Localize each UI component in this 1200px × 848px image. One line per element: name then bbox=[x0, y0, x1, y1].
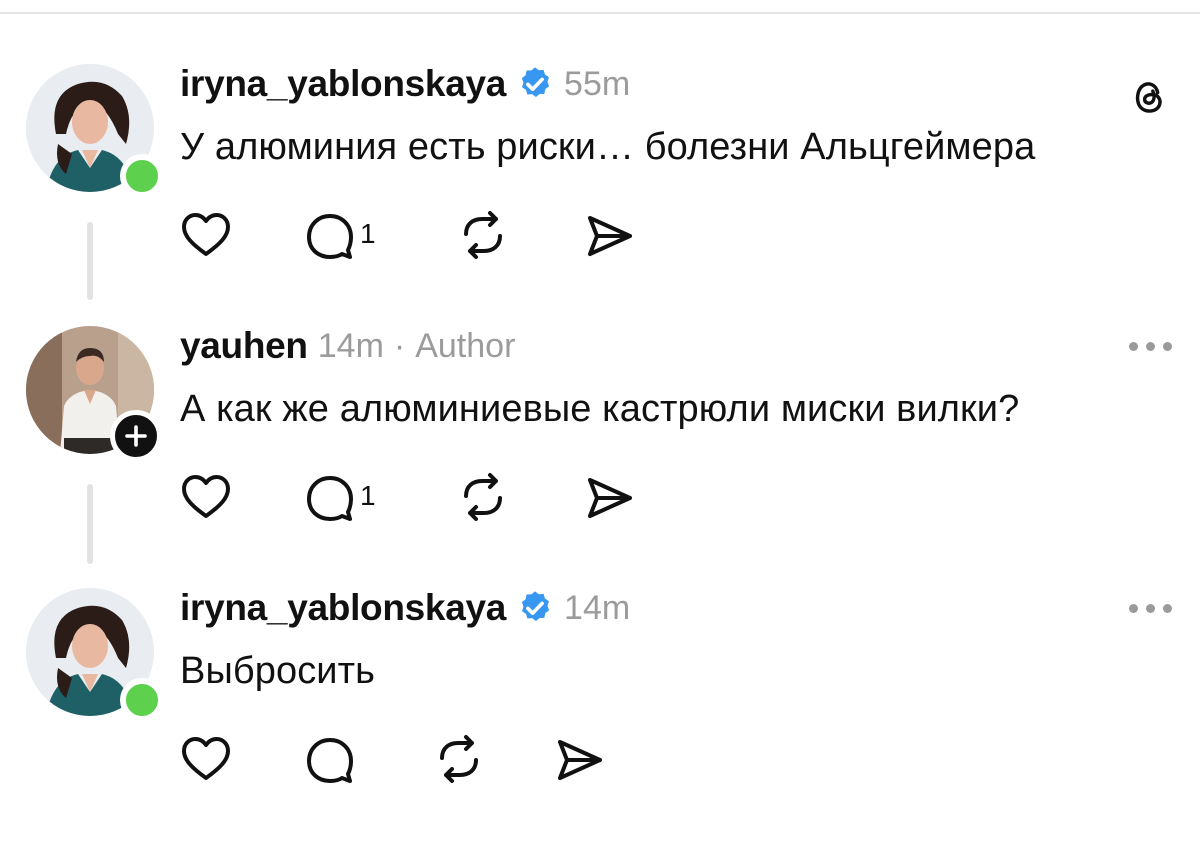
threads-logo-icon[interactable] bbox=[1126, 72, 1172, 123]
send-icon bbox=[588, 478, 632, 518]
repost-button[interactable] bbox=[458, 472, 508, 522]
comment-bubble-icon bbox=[307, 214, 353, 259]
post-header: iryna_yablonskaya 14m bbox=[180, 584, 630, 632]
reply-button[interactable]: 1 bbox=[304, 472, 376, 524]
comment-bubble-icon bbox=[307, 476, 353, 521]
avatar[interactable] bbox=[26, 588, 164, 722]
repost-button[interactable] bbox=[458, 210, 508, 260]
reply-count: 1 bbox=[360, 218, 376, 249]
verified-badge-icon bbox=[516, 65, 554, 103]
post-timestamp: 55m bbox=[564, 64, 631, 103]
post-header: yauhen 14m · Author bbox=[180, 322, 515, 370]
reply-button[interactable] bbox=[304, 734, 356, 786]
more-options-icon[interactable] bbox=[1129, 598, 1172, 618]
share-button[interactable] bbox=[584, 210, 636, 262]
post-text: У алюминия есть риски… болезни Альцгейме… bbox=[180, 126, 1036, 168]
author-tag: Author bbox=[415, 326, 516, 365]
meta-separator: · bbox=[393, 326, 406, 365]
thread-post: iryna_yablonskaya 55m У алюминия есть ри… bbox=[0, 63, 1200, 324]
online-status-dot bbox=[120, 678, 164, 722]
username[interactable]: iryna_yablonskaya bbox=[180, 587, 506, 629]
heart-icon bbox=[182, 213, 230, 256]
reply-button[interactable]: 1 bbox=[304, 210, 376, 262]
send-icon bbox=[558, 740, 602, 780]
post-text: А как же алюминиевые кастрюли миски вилк… bbox=[180, 388, 1020, 430]
post-header: iryna_yablonskaya 55m bbox=[180, 60, 630, 108]
like-button[interactable] bbox=[180, 734, 232, 786]
like-button[interactable] bbox=[180, 472, 232, 524]
repost-icon bbox=[464, 473, 502, 521]
avatar[interactable] bbox=[26, 64, 164, 198]
heart-icon bbox=[182, 475, 230, 518]
thread-post: iryna_yablonskaya 14m Выбросить bbox=[0, 587, 1200, 848]
plus-icon bbox=[125, 425, 147, 447]
repost-icon bbox=[440, 735, 478, 783]
avatar[interactable] bbox=[26, 326, 162, 462]
heart-icon bbox=[182, 737, 230, 780]
repost-button[interactable] bbox=[434, 734, 484, 784]
post-text: Выбросить bbox=[180, 650, 376, 692]
repost-icon bbox=[464, 211, 502, 259]
online-status-dot bbox=[120, 154, 164, 198]
comment-bubble-icon bbox=[307, 738, 353, 783]
reply-count: 1 bbox=[360, 480, 376, 511]
share-button[interactable] bbox=[554, 734, 606, 786]
top-divider bbox=[0, 12, 1200, 14]
share-button[interactable] bbox=[584, 472, 636, 524]
post-timestamp: 14m bbox=[564, 588, 631, 627]
username[interactable]: iryna_yablonskaya bbox=[180, 63, 506, 105]
verified-badge-icon bbox=[516, 589, 554, 627]
like-button[interactable] bbox=[180, 210, 232, 262]
follow-plus-button[interactable] bbox=[110, 410, 162, 462]
send-icon bbox=[588, 216, 632, 256]
thread-post: yauhen 14m · Author А как же алюминиевые… bbox=[0, 325, 1200, 586]
post-timestamp: 14m bbox=[317, 326, 384, 365]
more-options-icon[interactable] bbox=[1129, 336, 1172, 356]
username[interactable]: yauhen bbox=[180, 325, 308, 367]
